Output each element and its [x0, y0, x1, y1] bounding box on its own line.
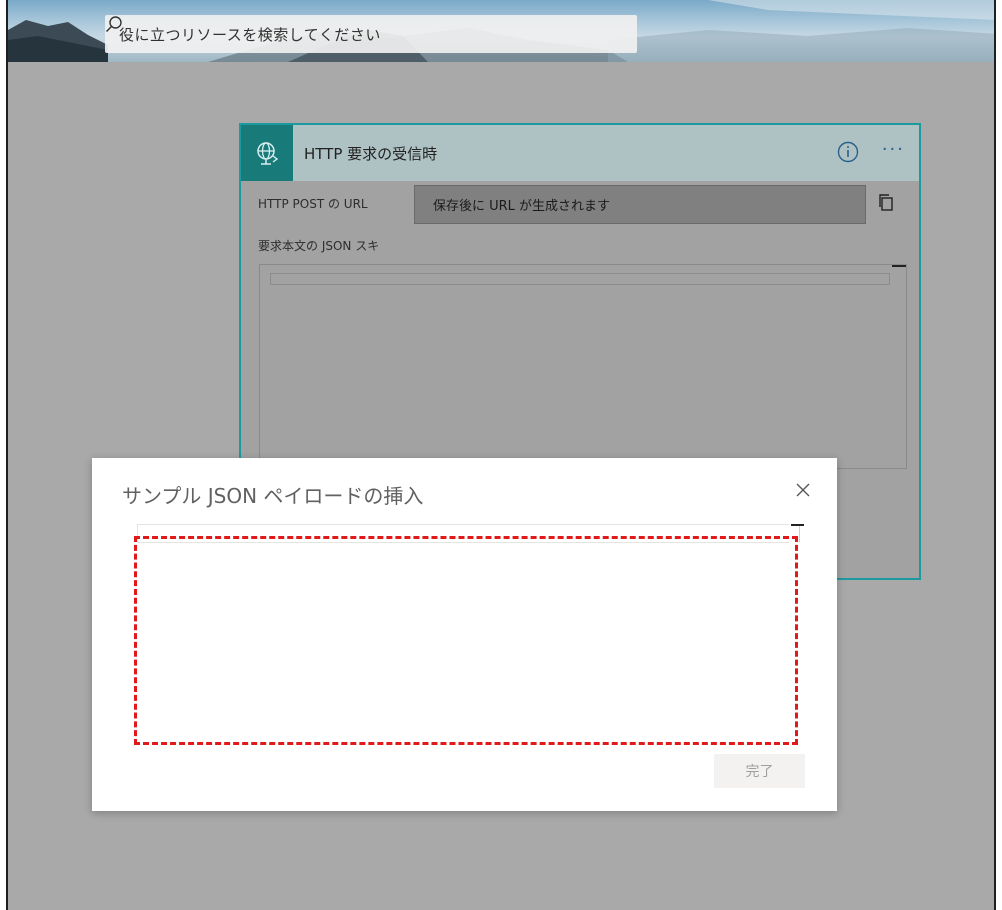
- schema-label: 要求本文の JSON スキ: [258, 239, 380, 253]
- sample-json-editor[interactable]: [137, 524, 804, 748]
- http-post-url-label: HTTP POST の URL: [258, 197, 368, 211]
- globe-request-icon: [257, 142, 279, 165]
- info-icon[interactable]: [837, 141, 859, 163]
- http-post-url-field: 保存後に URL が生成されます: [414, 185, 866, 224]
- http-post-url-value: 保存後に URL が生成されます: [433, 199, 611, 214]
- trigger-icon-container: [241, 125, 293, 181]
- done-button[interactable]: 完了: [714, 754, 805, 788]
- card-header[interactable]: HTTP 要求の受信時 ···: [241, 125, 919, 181]
- card-title: HTTP 要求の受信時: [304, 144, 438, 163]
- insert-sample-json-dialog: サンプル JSON ペイロードの挿入 完了: [92, 458, 837, 811]
- dialog-title: サンプル JSON ペイロードの挿入: [122, 484, 424, 508]
- search-icon: [105, 16, 122, 33]
- json-editor-scrollbar[interactable]: [791, 524, 804, 526]
- schema-editor-line: [270, 273, 890, 285]
- search-placeholder: 役に立つリソースを検索してください: [119, 25, 381, 44]
- schema-editor-scrollbar[interactable]: [892, 265, 906, 267]
- header-banner: 役に立つリソースを検索してください: [8, 0, 994, 62]
- more-options-icon[interactable]: ···: [882, 139, 905, 160]
- close-icon[interactable]: [795, 482, 811, 498]
- json-editor-scroll-track: [799, 526, 800, 542]
- search-input[interactable]: 役に立つリソースを検索してください: [105, 15, 637, 53]
- json-editor-first-line[interactable]: [137, 524, 789, 543]
- schema-editor[interactable]: [259, 264, 907, 469]
- copy-icon[interactable]: [877, 193, 895, 213]
